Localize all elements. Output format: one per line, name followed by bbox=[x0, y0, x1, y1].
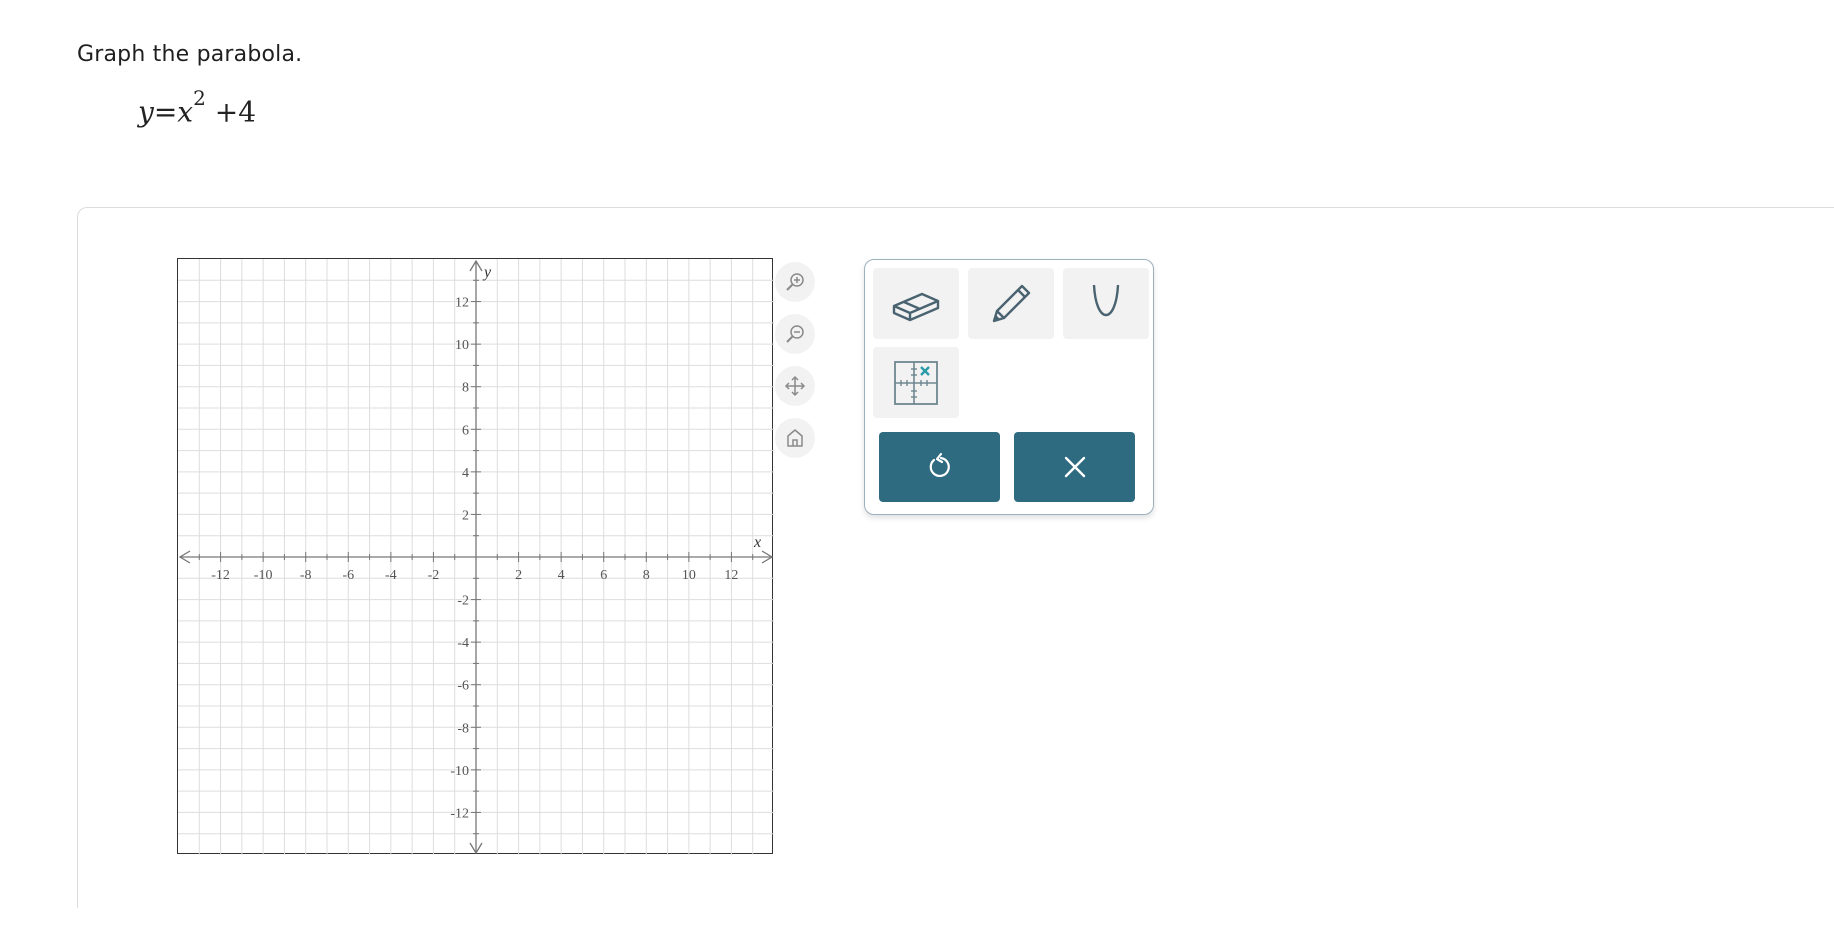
y-tick-label: 12 bbox=[455, 296, 469, 311]
equation-lhs: y bbox=[138, 95, 154, 129]
eraser-icon bbox=[892, 292, 940, 321]
eraser-tool-button[interactable] bbox=[873, 268, 959, 339]
y-tick-label: 2 bbox=[462, 508, 469, 523]
zoom-in-icon bbox=[786, 273, 804, 291]
y-tick-label: -2 bbox=[457, 594, 469, 609]
parabola-tool-button[interactable] bbox=[1063, 268, 1149, 339]
zoom-out-icon bbox=[786, 325, 804, 343]
y-tick-label: -8 bbox=[457, 721, 469, 736]
graph-view-controls bbox=[775, 262, 817, 470]
x-tick-label: -2 bbox=[428, 568, 440, 583]
y-tick-label: -4 bbox=[457, 636, 469, 651]
equation-exponent: 2 bbox=[193, 86, 206, 110]
parabola-equation: y=x2 +4 bbox=[138, 86, 257, 129]
pencil-icon bbox=[992, 284, 1031, 322]
x-tick-label: -8 bbox=[300, 568, 312, 583]
parabola-icon bbox=[1092, 284, 1120, 316]
y-tick-label: 4 bbox=[462, 466, 469, 481]
x-axis-label: x bbox=[753, 534, 761, 551]
y-tick-label: -10 bbox=[450, 764, 469, 779]
graphing-tool-panel bbox=[864, 259, 1154, 515]
x-tick-label: -6 bbox=[342, 568, 354, 583]
zoom-out-button[interactable] bbox=[775, 314, 815, 354]
x-tick-label: 12 bbox=[724, 568, 738, 583]
y-tick-label: -6 bbox=[457, 679, 469, 694]
y-tick-label: -12 bbox=[450, 806, 469, 821]
pan-button[interactable] bbox=[775, 366, 815, 406]
clear-button[interactable] bbox=[1014, 432, 1135, 502]
home-button[interactable] bbox=[775, 418, 815, 458]
pencil-tool-button[interactable] bbox=[968, 268, 1054, 339]
undo-icon bbox=[929, 452, 950, 478]
coordinate-plane[interactable]: -12 -10 -8 -6 -4 -2 2 4 6 8 10 12 12 10 8 6 4 2 -2 -4 -6 -8-… bbox=[177, 258, 774, 855]
x-tick-label: 10 bbox=[682, 568, 696, 583]
equation-equals: = bbox=[153, 95, 178, 129]
home-icon bbox=[787, 429, 803, 447]
point-plot-tool-button[interactable] bbox=[873, 347, 959, 418]
y-axis-label: y bbox=[482, 264, 492, 281]
clear-icon bbox=[1064, 456, 1085, 478]
y-tick-label: 10 bbox=[455, 338, 469, 353]
equation-rest: +4 bbox=[205, 95, 257, 129]
x-tick-label: 2 bbox=[515, 568, 522, 583]
app-root: Graph the parabola. y=x2 +4 -12 -10 -8 -6 -4… bbox=[0, 0, 1834, 946]
x-tick-labels: -12 -10 -8 -6 -4 -2 2 4 6 8 10 12 bbox=[211, 568, 738, 583]
coordinate-grid-svg[interactable]: -12 -10 -8 -6 -4 -2 2 4 6 8 10 12 12108642-2-4-6-8-… bbox=[178, 259, 774, 855]
axes bbox=[178, 259, 774, 855]
undo-button[interactable] bbox=[879, 432, 1000, 502]
x-tick-label: -10 bbox=[254, 568, 273, 583]
x-tick-label: 4 bbox=[558, 568, 565, 583]
zoom-in-button[interactable] bbox=[775, 262, 815, 302]
x-tick-label: 8 bbox=[643, 568, 650, 583]
x-tick-label: 6 bbox=[600, 568, 607, 583]
x-tick-label: -4 bbox=[385, 568, 397, 583]
question-instruction: Graph the parabola. bbox=[77, 42, 303, 67]
y-tick-labels: 12 10 8 6 4 2 -2 -4 -6 -8 -10 -12 bbox=[450, 296, 469, 822]
pan-icon bbox=[784, 375, 806, 397]
y-tick-label: 8 bbox=[462, 381, 469, 396]
point-plot-icon bbox=[894, 360, 938, 405]
x-tick-label: -12 bbox=[211, 568, 230, 583]
equation-base: x bbox=[177, 95, 194, 129]
y-tick-label: 6 bbox=[462, 423, 469, 438]
